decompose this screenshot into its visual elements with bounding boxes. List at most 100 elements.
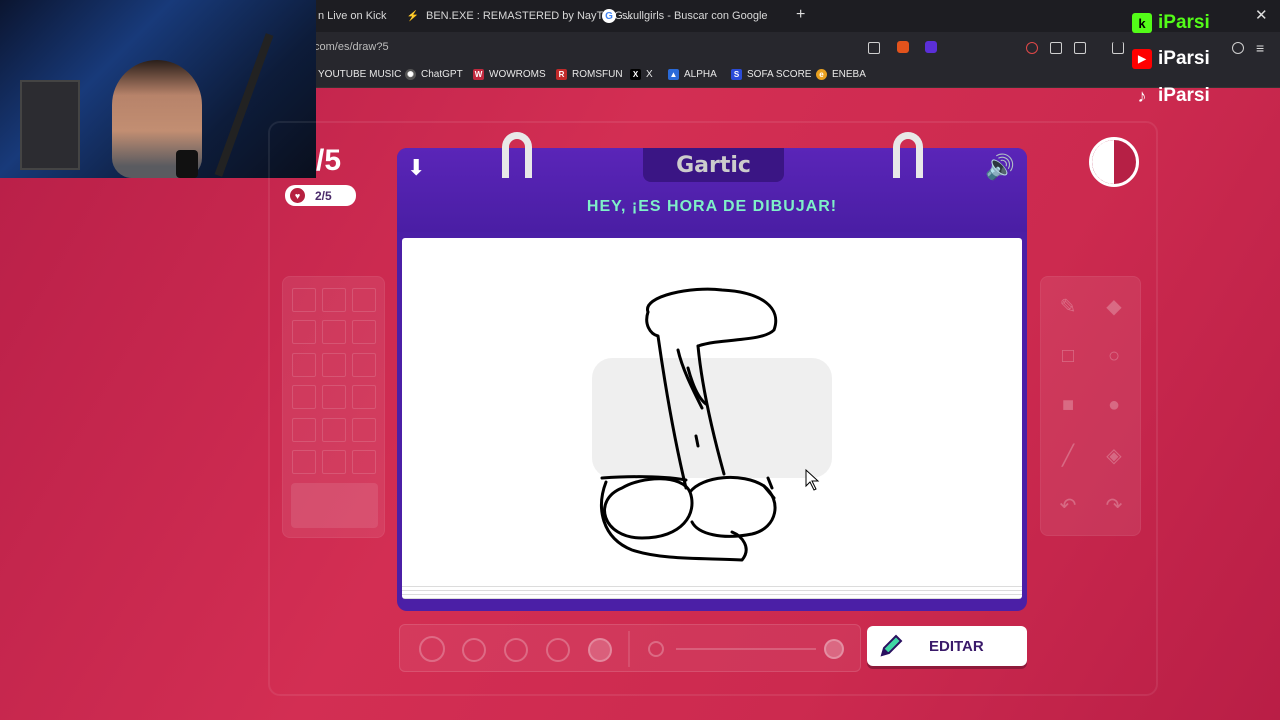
bookmark-wowroms[interactable]: W WOWROMS	[473, 69, 546, 80]
eraser-icon: ◆	[1106, 295, 1122, 318]
menu-icon[interactable]: ≡	[1256, 40, 1264, 56]
color-swatch	[292, 385, 316, 409]
drawing-svg	[592, 287, 832, 562]
ellipse-fill-icon: ●	[1107, 393, 1121, 416]
kick-overlay: k iParsi	[1132, 12, 1210, 34]
sketch-stroke	[688, 475, 777, 538]
kick-icon: k	[1132, 13, 1152, 33]
alpha-icon: ▲	[668, 69, 679, 80]
lives-count: 2/5	[315, 188, 332, 203]
eneba-icon: e	[816, 69, 827, 80]
brush-size-option	[419, 636, 445, 662]
opacity-slider-track	[676, 648, 816, 650]
sound-icon[interactable]: 🔊	[985, 153, 1015, 182]
color-swatch	[292, 288, 316, 312]
brush-size-option	[462, 638, 486, 662]
toolbar-divider	[628, 631, 630, 667]
tiktok-overlay: ♪ iParsi	[1132, 85, 1210, 107]
color-swatch	[322, 288, 346, 312]
color-swatch	[352, 320, 376, 344]
rectangle-fill-icon: ■	[1061, 393, 1075, 416]
webcam-microphone	[176, 150, 198, 178]
screenshot-icon[interactable]	[1074, 42, 1086, 54]
webcam-shelf	[20, 80, 80, 170]
ellipse-outline-icon: ○	[1107, 344, 1121, 367]
bookmark-label: YOUTUBE MUSIC	[318, 69, 402, 80]
extensions-icon[interactable]	[1050, 42, 1062, 54]
download-drawing-icon[interactable]: ⬇	[407, 155, 425, 181]
undo-icon: ↶	[1059, 494, 1077, 517]
tab-label: n Live on Kick	[318, 10, 387, 22]
opacity-slider-handle	[824, 639, 844, 659]
youtube-overlay: ▶ iParsi	[1132, 48, 1210, 70]
bookmark-label: ChatGPT	[421, 69, 463, 80]
google-icon: G	[602, 9, 616, 23]
sketch-stroke	[646, 287, 778, 348]
bookmark-label: ENEBA	[832, 69, 866, 80]
rectangle-outline-icon: □	[1061, 344, 1075, 367]
current-color-swatch	[291, 483, 378, 528]
kick-handle: iParsi	[1158, 12, 1210, 33]
bookmark-label: ALPHA	[684, 69, 717, 80]
heart-icon: ♥	[290, 188, 305, 203]
bookmark-x[interactable]: X X	[630, 69, 653, 80]
sketch-stroke	[762, 476, 776, 500]
round-counter: /5	[316, 144, 342, 177]
vpn-icon[interactable]	[1232, 42, 1244, 54]
brave-shield-icon[interactable]	[897, 41, 909, 53]
drawing-canvas[interactable]	[402, 238, 1022, 588]
color-swatch	[322, 320, 346, 344]
bookmark-sofascore[interactable]: S SOFA SCORE	[731, 69, 811, 80]
notebook-ring-right	[893, 132, 923, 178]
gartic-logo: Gartic	[643, 148, 784, 182]
redo-icon: ↷	[1105, 494, 1123, 517]
edit-button[interactable]: EDITAR	[867, 626, 1027, 666]
line-icon: ╱	[1061, 444, 1075, 467]
new-tab-button[interactable]: +	[796, 6, 805, 24]
drawing-tools: ✎ ◆ □ ○ ■ ● ╱ ◈ ↶ ↷	[1040, 276, 1141, 536]
wowroms-icon: W	[473, 69, 484, 80]
x-icon: X	[630, 69, 641, 80]
tiktok-handle: iParsi	[1158, 85, 1210, 106]
bookmark-youtube-music[interactable]: YOUTUBE MUSIC	[318, 69, 401, 80]
tab-ben-exe[interactable]: ⚡ BEN.EXE : REMASTERED by NayTeeG...	[406, 4, 632, 28]
tab-skullgirls[interactable]: G skullgirls - Buscar con Google	[602, 4, 768, 28]
opacity-min-icon	[648, 641, 664, 657]
tiktok-icon: ♪	[1137, 85, 1147, 106]
brave-rewards-icon[interactable]	[925, 41, 937, 53]
color-swatch	[322, 418, 346, 442]
bookmark-chatgpt[interactable]: ✺ ChatGPT	[405, 69, 463, 80]
color-swatch	[352, 288, 376, 312]
youtube-handle: iParsi	[1158, 48, 1210, 69]
bolt-icon: ⚡	[406, 10, 420, 22]
edit-button-label: EDITAR	[929, 637, 984, 655]
color-swatch	[322, 450, 346, 474]
chatgpt-icon: ✺	[405, 69, 416, 80]
bookmark-alpha[interactable]: ▲ ALPHA	[668, 69, 717, 80]
color-swatch	[322, 385, 346, 409]
pencil-icon: ✎	[1059, 295, 1077, 318]
color-swatch	[292, 320, 316, 344]
close-window-button[interactable]: ✕	[1255, 6, 1268, 24]
share-icon[interactable]	[868, 42, 880, 54]
bookmark-label: SOFA SCORE	[747, 69, 812, 80]
bookmark-label: X	[646, 69, 653, 80]
instruction-title: HEY, ¡ES HORA DE DIBUJAR!	[586, 198, 838, 215]
color-swatch	[352, 450, 376, 474]
bookmark-romsfun[interactable]: R ROMSFUN	[556, 69, 623, 80]
extension-color-icon[interactable]	[1026, 42, 1038, 54]
sketch-stroke	[600, 480, 748, 562]
contrast-toggle-button[interactable]	[1089, 137, 1139, 187]
notebook-pages	[402, 583, 1022, 599]
color-swatch	[322, 353, 346, 377]
bookmark-eneba[interactable]: e ENEBA	[816, 69, 866, 80]
sketch-stroke	[603, 477, 694, 540]
bookmark-label: ROMSFUN	[572, 69, 623, 80]
tab-kick[interactable]: n Live on Kick	[318, 4, 386, 28]
gartic-phone-watermark	[592, 358, 832, 478]
download-icon[interactable]	[1112, 42, 1124, 54]
pencil-icon	[873, 628, 909, 664]
url-field[interactable]: com/es/draw?5	[314, 41, 389, 53]
bucket-icon: ◈	[1106, 444, 1122, 467]
color-swatch	[292, 418, 316, 442]
